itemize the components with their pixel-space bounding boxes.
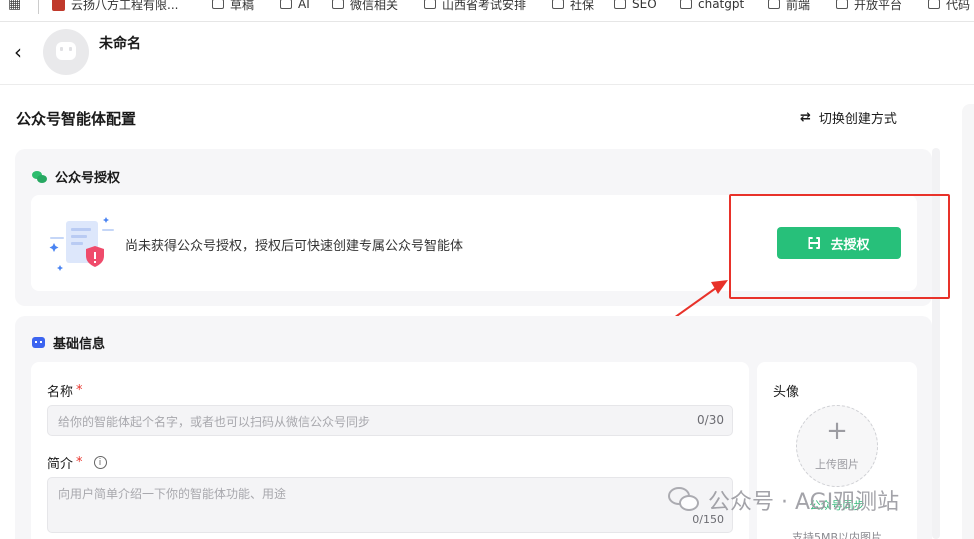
form-panel: 名称 * 给你的智能体起个名字，或者也可以扫码从微信公众号同步 0/30 简介 * … <box>31 362 749 539</box>
name-label: 名称 * <box>47 381 83 400</box>
folder-icon <box>552 0 564 9</box>
intro-placeholder: 向用户简单介绍一下你的智能体功能、用途 <box>58 487 287 501</box>
bookmark-folder[interactable]: 社保 <box>552 0 594 14</box>
avatar-hint: 支持5MB以内图片 <box>791 531 883 539</box>
chevron-left-icon[interactable]: ‹ <box>14 40 22 64</box>
wechat-icon <box>32 170 47 183</box>
robot-eyes <box>60 47 72 51</box>
highlight-box <box>729 194 950 299</box>
bookmark-folder[interactable]: 代码 <box>928 0 970 14</box>
page-title: 公众号智能体配置 <box>16 110 137 128</box>
bookmark-label: AI <box>298 0 310 11</box>
bookmark-label: 微信相关 <box>350 0 399 12</box>
folder-icon <box>424 0 436 9</box>
bookmark-label: 草稿 <box>230 0 255 12</box>
intro-label: 简介 * i <box>47 453 107 472</box>
apps-grid-icon[interactable]: ▦ <box>8 0 21 12</box>
document-shield-icon <box>49 217 114 271</box>
bookmark-label: 代码 <box>946 0 971 12</box>
wechat-logo-icon <box>668 487 700 513</box>
info-icon[interactable]: i <box>93 456 107 469</box>
bookmark-label: 山西省考试安排 <box>442 0 527 12</box>
required-mark: * <box>76 383 83 398</box>
bookmark-folder[interactable]: AI <box>280 0 310 14</box>
bookmark-folder[interactable]: 草稿 <box>212 0 254 14</box>
bookmark-label: chatgpt <box>698 0 745 11</box>
folder-icon <box>614 0 626 9</box>
preview-panel-edge <box>962 104 974 539</box>
folder-icon <box>836 0 848 9</box>
swap-arrows-icon: ⇄ <box>800 110 811 125</box>
switch-mode-button[interactable]: ⇄ 切换创建方式 <box>800 108 897 127</box>
upload-avatar-button[interactable]: + 上传图片 <box>796 405 878 487</box>
bookmark-label: 云扬八方工程有限... <box>71 0 179 12</box>
name-placeholder: 给你的智能体起个名字，或者也可以扫码从微信公众号同步 <box>58 415 371 429</box>
watermark: 公众号 · AGI观测站 <box>668 484 899 516</box>
base-info-title: 基础信息 <box>53 337 106 352</box>
bookmark-item[interactable]: 云扬八方工程有限... <box>52 0 178 14</box>
name-label-text: 名称 <box>47 385 74 400</box>
bookmarks-bar: ▦ 云扬八方工程有限... 草稿 AI 微信相关 山西省考试安排 社保 SEO … <box>0 0 974 22</box>
bookmark-folder[interactable]: 微信相关 <box>332 0 398 14</box>
bookmark-label: SEO <box>632 0 657 11</box>
switch-mode-label: 切换创建方式 <box>818 112 897 127</box>
bookmark-folder[interactable]: chatgpt <box>680 0 744 14</box>
folder-icon <box>212 0 224 9</box>
watermark-text: 公众号 · AGI观测站 <box>708 490 900 515</box>
agent-name: 未命名 <box>99 36 141 52</box>
auth-section-title: 公众号授权 <box>55 171 121 186</box>
auth-message: 尚未获得公众号授权，授权后可快速创建专属公众号智能体 <box>125 239 464 254</box>
folder-icon <box>332 0 344 9</box>
robot-icon <box>32 337 45 348</box>
avatar-label: 头像 <box>773 385 800 400</box>
plus-icon: + <box>826 416 848 446</box>
required-mark: * <box>76 455 83 470</box>
folder-icon <box>680 0 692 9</box>
bookmark-folder[interactable]: 前端 <box>768 0 810 14</box>
folder-icon <box>928 0 940 9</box>
bookmark-folder[interactable]: 山西省考试安排 <box>424 0 526 14</box>
name-field[interactable]: 给你的智能体起个名字，或者也可以扫码从微信公众号同步 0/30 <box>47 405 733 436</box>
upload-label: 上传图片 <box>815 458 859 471</box>
bookmark-label: 开放平台 <box>854 0 903 12</box>
avatar <box>43 29 89 75</box>
bookmark-label: 社保 <box>570 0 595 12</box>
auth-section-header: 公众号授权 <box>32 167 120 186</box>
name-counter: 0/30 <box>697 413 724 427</box>
folder-icon <box>280 0 292 9</box>
favicon-icon <box>52 0 65 11</box>
folder-icon <box>768 0 780 9</box>
bookmark-label: 前端 <box>786 0 811 12</box>
bookmark-separator <box>38 0 39 14</box>
intro-label-text: 简介 <box>47 457 74 472</box>
intro-field[interactable]: 向用户简单介绍一下你的智能体功能、用途 0/150 <box>47 477 733 533</box>
base-info-header: 基础信息 <box>32 333 105 352</box>
bookmark-folder[interactable]: SEO <box>614 0 657 14</box>
bookmark-folder[interactable]: 开放平台 <box>836 0 902 14</box>
robot-face-icon <box>56 42 76 60</box>
page-header: ‹ 未命名 <box>0 22 974 85</box>
